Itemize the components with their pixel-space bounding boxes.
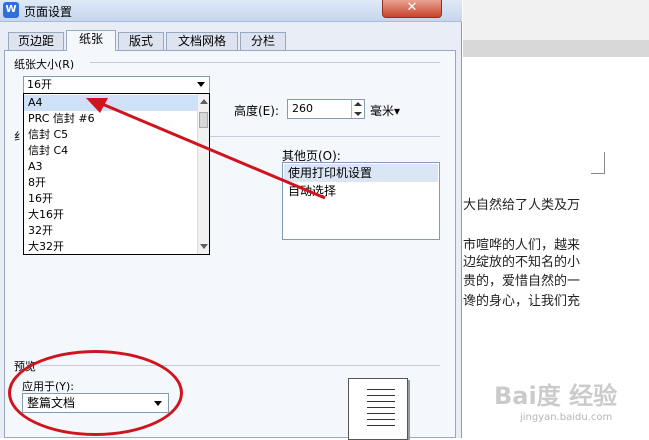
stepper-down-icon[interactable] [354, 112, 362, 116]
preview-line [367, 401, 395, 402]
height-label: 高度(E): [234, 104, 279, 118]
dropdown-scrollbar[interactable] [197, 94, 209, 254]
preview-line [367, 413, 395, 414]
tab-paper[interactable]: 纸张 [66, 30, 116, 51]
wps-writer-icon: W [3, 2, 19, 18]
unit-select[interactable]: 毫米▾ [370, 102, 400, 119]
height-value: 260 [292, 102, 313, 115]
baidu-watermark-url: jingyan.baidu.com [520, 412, 613, 423]
paper-size-option-a4[interactable]: A4 [24, 95, 199, 111]
tab-columns[interactable]: 分栏 [240, 32, 286, 50]
paper-size-selected-value: 16开 [27, 78, 52, 91]
document-text-line: 贵的，爱惜自然的一 [463, 274, 581, 289]
page-preview [348, 378, 408, 440]
other-pages-item[interactable]: 使用打印机设置 [284, 164, 438, 182]
dialog-title: 页面设置 [24, 5, 73, 19]
margin-corner-mark [591, 152, 605, 174]
annotation-ellipse [8, 350, 183, 436]
close-button[interactable]: ✕ [382, 0, 442, 18]
paper-size-option[interactable]: 信封 C5 [24, 127, 199, 143]
preview-line [367, 407, 395, 408]
section-divider [90, 62, 440, 63]
paper-size-option[interactable]: 8开 [24, 175, 199, 191]
paper-size-select[interactable]: 16开 [23, 76, 210, 94]
paper-size-option[interactable]: 大32开 [24, 239, 199, 255]
preview-line [367, 389, 395, 390]
paper-size-option[interactable]: 信封 C4 [24, 143, 199, 159]
scroll-down-icon[interactable] [200, 244, 208, 249]
tab-margins[interactable]: 页边距 [8, 32, 64, 50]
page-setup-dialog: W 页面设置 ✕ 页边距 纸张 版式 文档网格 分栏 纸张大小(R) 16开 A… [0, 0, 462, 440]
document-text-line: 大自然给了人类及万 [463, 198, 581, 213]
paper-size-option[interactable]: A3 [24, 159, 199, 175]
stepper-up-icon[interactable] [354, 102, 362, 106]
section-divider [210, 136, 440, 137]
preview-line [367, 419, 395, 420]
stepper-buttons[interactable] [351, 100, 364, 118]
scroll-thumb[interactable] [199, 112, 208, 128]
paper-size-option[interactable]: 大16开 [24, 207, 199, 223]
baidu-watermark: Bai度 经验 [494, 382, 618, 410]
document-text-line: 谗的身心，让我们充 [463, 294, 581, 309]
scroll-up-icon[interactable] [200, 99, 208, 104]
other-pages-listbox[interactable]: 使用打印机设置 自动选择 [282, 162, 440, 240]
tab-layout[interactable]: 版式 [118, 32, 164, 50]
height-stepper[interactable]: 260 [287, 99, 365, 119]
document-ruler [463, 40, 649, 57]
paper-size-section-label: 纸张大小(R) [14, 58, 75, 71]
preview-line [367, 425, 395, 426]
title-bar[interactable]: W 页面设置 ✕ [0, 0, 462, 22]
tab-document-grid[interactable]: 文档网格 [166, 32, 238, 50]
document-text-line: 边绽放的不知名的小 [463, 255, 581, 270]
document-toolbar-area [463, 0, 649, 40]
paper-size-dropdown[interactable]: A4 PRC 信封 #6 信封 C5 信封 C4 A3 8开 16开 大16开 … [23, 93, 210, 255]
preview-line [367, 395, 395, 396]
paper-size-option[interactable]: 16开 [24, 191, 199, 207]
other-pages-item[interactable]: 自动选择 [284, 182, 438, 200]
close-icon: ✕ [406, 0, 418, 15]
chevron-down-icon [197, 82, 205, 87]
obscured-section-label: 纟 [14, 130, 25, 143]
document-area: 大自然给了人类及万 市喧哗的人们，越来 边绽放的不知名的小 贵的，爱惜自然的一 … [463, 0, 649, 438]
paper-size-option[interactable]: PRC 信封 #6 [24, 111, 199, 127]
paper-size-option[interactable]: 32开 [24, 223, 199, 239]
